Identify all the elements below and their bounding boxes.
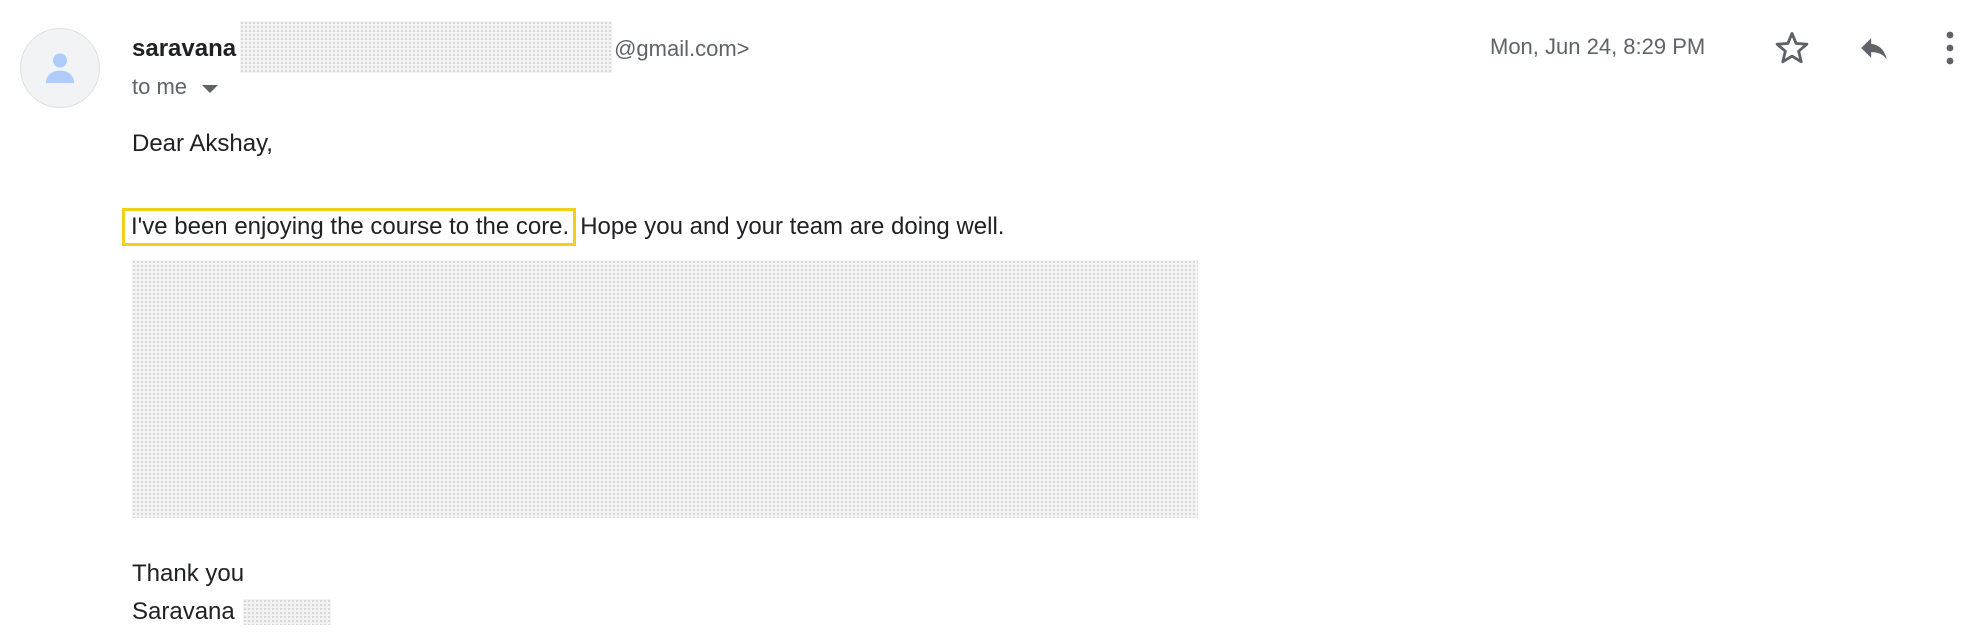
avatar[interactable] [20,28,100,108]
signature-name: Saravana [132,598,235,625]
sender-line: saravana @gmail.com> [132,21,750,73]
redacted-sender-email [240,21,613,73]
reply-icon [1861,38,1887,60]
email-greeting: Dear Akshay, [132,130,273,157]
sender-name[interactable]: saravana [132,35,236,63]
redacted-signature [242,599,331,625]
email-date: Mon, Jun 24, 8:29 PM [1490,34,1706,59]
redacted-body-block [132,260,1198,518]
highlighted-sentence: I've been enjoying the course to the cor… [122,208,577,246]
paragraph-rest: Hope you and your team are doing well. [580,213,1005,240]
person-icon [45,53,75,83]
email-signature: Saravana [132,598,331,626]
sender-email-suffix: @gmail.com> [614,36,750,61]
caret-down-icon[interactable] [201,74,219,100]
email-paragraph: I've been enjoying the course to the cor… [122,208,1005,246]
recipient-details-toggle[interactable]: to me [132,74,219,100]
more-options-button[interactable] [1936,28,1964,68]
more-vert-icon [1946,31,1954,65]
star-icon [1775,32,1809,64]
recipient-label: to me [132,74,188,99]
star-button[interactable] [1772,28,1812,68]
reply-button[interactable] [1852,28,1896,68]
email-closing: Thank you [132,560,245,587]
